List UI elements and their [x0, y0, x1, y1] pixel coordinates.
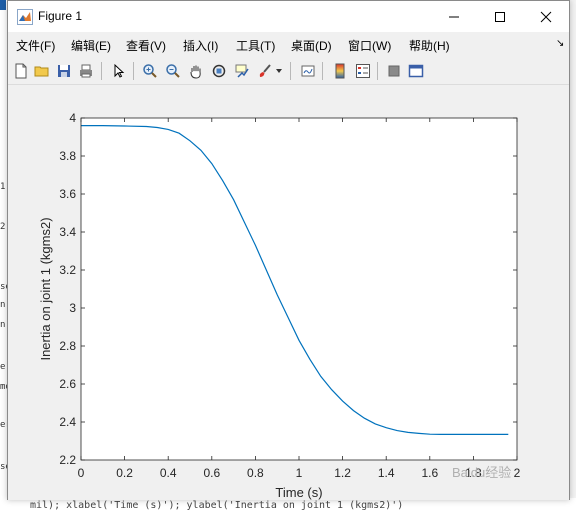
toolbar-separator — [377, 62, 378, 80]
hide-plot-tools-button[interactable] — [384, 61, 404, 81]
y-tick-label: 2.6 — [59, 377, 76, 391]
x-tick-label: 2 — [514, 466, 521, 480]
zoom-in-button[interactable] — [140, 61, 160, 81]
x-tick-label: 0.2 — [116, 466, 133, 480]
x-tick-label: 1.6 — [421, 466, 438, 480]
watermark: Baidu经验 — [452, 465, 512, 480]
title-bar[interactable]: Figure 1 — [8, 1, 569, 32]
x-tick-label: 1.4 — [378, 466, 395, 480]
open-file-button[interactable] — [32, 61, 52, 81]
menu-help[interactable]: 帮助(H) — [409, 37, 450, 54]
show-plot-tools-button[interactable] — [406, 61, 426, 81]
save-button[interactable] — [54, 61, 74, 81]
legend-icon — [356, 64, 370, 78]
link-plot-button[interactable] — [298, 61, 318, 81]
brush-dropdown-button[interactable] — [274, 61, 284, 81]
figure-canvas[interactable]: 0 0.2 0.4 0.6 0.8 1 1.2 1.4 1.6 1.8 2 2.2 2.4 2.6 2.8 3… — [8, 86, 569, 500]
dock-arrow-icon[interactable]: ↘ — [556, 38, 564, 49]
rotate-3d-button[interactable] — [209, 61, 229, 81]
x-tick-label: 1 — [296, 466, 303, 480]
menu-edit[interactable]: 编辑(E) — [71, 37, 111, 54]
matlab-logo-icon — [17, 9, 33, 25]
minimize-icon — [449, 16, 459, 17]
menu-file[interactable]: 文件(F) — [16, 37, 55, 54]
y-tick-label: 3.6 — [59, 187, 76, 201]
new-figure-icon — [15, 63, 27, 79]
data-cursor-button[interactable] — [232, 61, 252, 81]
background-app-icon — [0, 0, 6, 10]
background-code-fragment: n — [0, 320, 6, 330]
y-tick-label: 4 — [69, 111, 76, 125]
save-icon — [58, 65, 70, 77]
x-tick-label: 0.6 — [203, 466, 220, 480]
axes-background — [81, 118, 517, 460]
background-code-line: mil); xlabel('Time (s)'); ylabel('Inerti… — [0, 498, 576, 514]
edit-plot-button[interactable] — [109, 61, 129, 81]
insert-colorbar-button[interactable] — [330, 61, 350, 81]
colorbar-icon — [335, 63, 345, 79]
y-tick-label: 2.8 — [59, 339, 76, 353]
background-code-fragment: 2 — [0, 222, 6, 232]
zoom-in-icon — [143, 64, 157, 78]
toolbar-separator — [322, 62, 323, 80]
rotate-3d-icon — [212, 64, 226, 78]
menu-desktop[interactable]: 桌面(D) — [291, 37, 332, 54]
maximize-icon — [495, 11, 505, 22]
hide-plot-tools-icon — [388, 65, 400, 77]
print-icon — [80, 64, 92, 78]
chevron-down-icon — [276, 69, 282, 73]
menu-insert[interactable]: 插入(I) — [183, 37, 218, 54]
line-chart[interactable]: 0 0.2 0.4 0.6 0.8 1 1.2 1.4 1.6 1.8 22.22.42.62.83… — [8, 86, 569, 500]
toolbar-separator — [133, 62, 134, 80]
y-tick-label: 2.2 — [59, 453, 76, 467]
x-tick-label: 1.2 — [334, 466, 351, 480]
data-cursor-icon — [235, 64, 249, 78]
toolbar-separator — [290, 62, 291, 80]
y-tick-label: 3.2 — [59, 263, 76, 277]
minimize-button[interactable] — [431, 1, 477, 32]
brush-icon — [259, 64, 271, 77]
x-axis-label: Time (s) — [275, 485, 322, 500]
brush-button[interactable] — [255, 61, 275, 81]
maximize-button[interactable] — [477, 1, 523, 32]
y-axis-label: Inertia on joint 1 (kgms2) — [38, 217, 53, 360]
close-icon — [540, 11, 552, 22]
menu-view[interactable]: 查看(V) — [126, 37, 166, 54]
pointer-icon — [114, 63, 125, 78]
pan-hand-icon — [190, 65, 201, 79]
toolbar-separator — [101, 62, 102, 80]
x-tick-label: 0 — [78, 466, 85, 480]
y-tick-label: 2.4 — [59, 415, 76, 429]
close-button[interactable] — [523, 1, 569, 32]
open-file-icon — [34, 66, 49, 77]
y-tick-label: 3.4 — [59, 225, 76, 239]
x-tick-label: 0.8 — [247, 466, 264, 480]
background-code-fragment: 1 — [0, 182, 6, 192]
zoom-out-button[interactable] — [163, 61, 183, 81]
link-icon — [301, 65, 315, 77]
figure-window: Figure 1 文件(F) 编辑(E) 查看(V) 插入(I) 工具(T) 桌… — [7, 0, 570, 500]
insert-legend-button[interactable] — [353, 61, 373, 81]
x-tick-label: 0.4 — [160, 466, 177, 480]
pan-button[interactable] — [186, 61, 206, 81]
show-plot-tools-icon — [408, 64, 424, 78]
new-figure-button[interactable] — [11, 61, 31, 81]
background-code-fragment: e — [0, 362, 6, 372]
y-tick-label: 3.8 — [59, 149, 76, 163]
toolbar — [8, 57, 569, 85]
y-tick-label: 3 — [69, 301, 76, 315]
print-button[interactable] — [76, 61, 96, 81]
menu-bar: 文件(F) 编辑(E) 查看(V) 插入(I) 工具(T) 桌面(D) 窗口(W… — [8, 32, 569, 56]
menu-window[interactable]: 窗口(W) — [348, 37, 391, 54]
zoom-out-icon — [166, 64, 180, 78]
menu-tools[interactable]: 工具(T) — [236, 37, 275, 54]
window-title: Figure 1 — [38, 9, 83, 23]
